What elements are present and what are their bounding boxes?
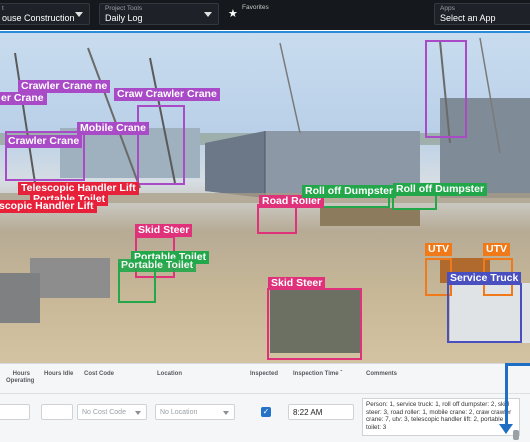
chevron-down-icon <box>75 12 83 17</box>
detection-box <box>392 194 437 210</box>
detection-label: Craw Crawler Crane <box>114 88 220 101</box>
detection-box <box>267 288 362 360</box>
detection-label: UTV <box>483 243 510 256</box>
inspected-checkbox[interactable]: ✓ <box>261 407 271 417</box>
project-tools-value: Daily Log <box>105 13 143 23</box>
detection-label: Roll off Dumpster <box>393 183 488 196</box>
detection-label: Skid Steer <box>135 224 193 237</box>
sort-icon: ˇ <box>340 371 343 377</box>
chevron-down-icon <box>204 12 212 17</box>
detection-label: scopic Handler Lift <box>0 200 97 213</box>
hours-idle-input[interactable] <box>41 404 73 420</box>
detection-box <box>257 204 297 234</box>
favorites-label[interactable]: Favorites <box>242 4 269 11</box>
apps-selector-value: Select an App <box>440 13 496 23</box>
detection-label: Mobile Crane <box>77 122 149 135</box>
detection-label: er Crane <box>0 92 47 105</box>
star-icon[interactable]: ★ <box>228 7 238 20</box>
detection-box <box>425 40 467 138</box>
detection-label: ne <box>92 80 111 93</box>
column-header-location: Location <box>157 371 182 377</box>
detection-label: Portable Toilet <box>118 259 197 272</box>
detection-label: UTV <box>425 243 452 256</box>
annotation-arrow <box>505 363 530 366</box>
column-header-cost-code: Cost Code <box>84 371 114 377</box>
column-header-inspection-time[interactable]: Inspection Time ˇ <box>293 371 342 378</box>
comments-textarea[interactable]: Person: 1, service truck: 1, roll off du… <box>362 398 520 436</box>
cost-code-select[interactable]: No Cost Code <box>77 404 147 420</box>
textarea-scrollbar[interactable] <box>513 430 519 440</box>
location-placeholder: No Location <box>160 409 198 416</box>
hours-operating-input[interactable] <box>0 404 30 420</box>
column-header-comments: Comments <box>366 371 398 377</box>
detection-box <box>447 283 522 343</box>
annotation-arrowhead <box>499 424 513 434</box>
location-select[interactable]: No Location <box>155 404 235 420</box>
project-tools-label: Project Tools <box>105 5 143 12</box>
chevron-down-icon <box>223 411 229 415</box>
detection-box <box>137 105 185 185</box>
project-selector-value: ouse Construction <box>2 13 75 23</box>
project-selector-label: t <box>2 5 4 12</box>
column-header-inspected: Inspected <box>250 371 279 377</box>
apps-selector-label: Apps <box>440 5 455 12</box>
project-tools-selector[interactable]: Project Tools Daily Log <box>99 3 219 25</box>
detection-label: Service Truck <box>447 272 522 285</box>
column-header-hours-operating: Hours Operating <box>6 371 35 384</box>
detection-label: Skid Steer <box>268 277 326 290</box>
apps-selector[interactable]: Apps Select an App <box>434 3 530 25</box>
annotation-arrow <box>505 363 508 425</box>
chevron-down-icon <box>135 411 141 415</box>
inspection-time-input[interactable]: 8:22 AM <box>288 404 354 420</box>
cost-code-placeholder: No Cost Code <box>82 409 126 416</box>
top-navigation-bar: t ouse Construction Project Tools Daily … <box>0 0 530 30</box>
detection-label: Crawler Crane <box>5 135 83 148</box>
project-selector[interactable]: t ouse Construction <box>0 3 90 25</box>
column-header-hours-idle: Hours Idle <box>44 371 74 377</box>
detection-label: Roll off Dumpster <box>302 185 397 198</box>
camera-view: Crawler Crane ne er Crane Craw Crawler C… <box>0 33 530 363</box>
header-divider <box>0 393 530 394</box>
